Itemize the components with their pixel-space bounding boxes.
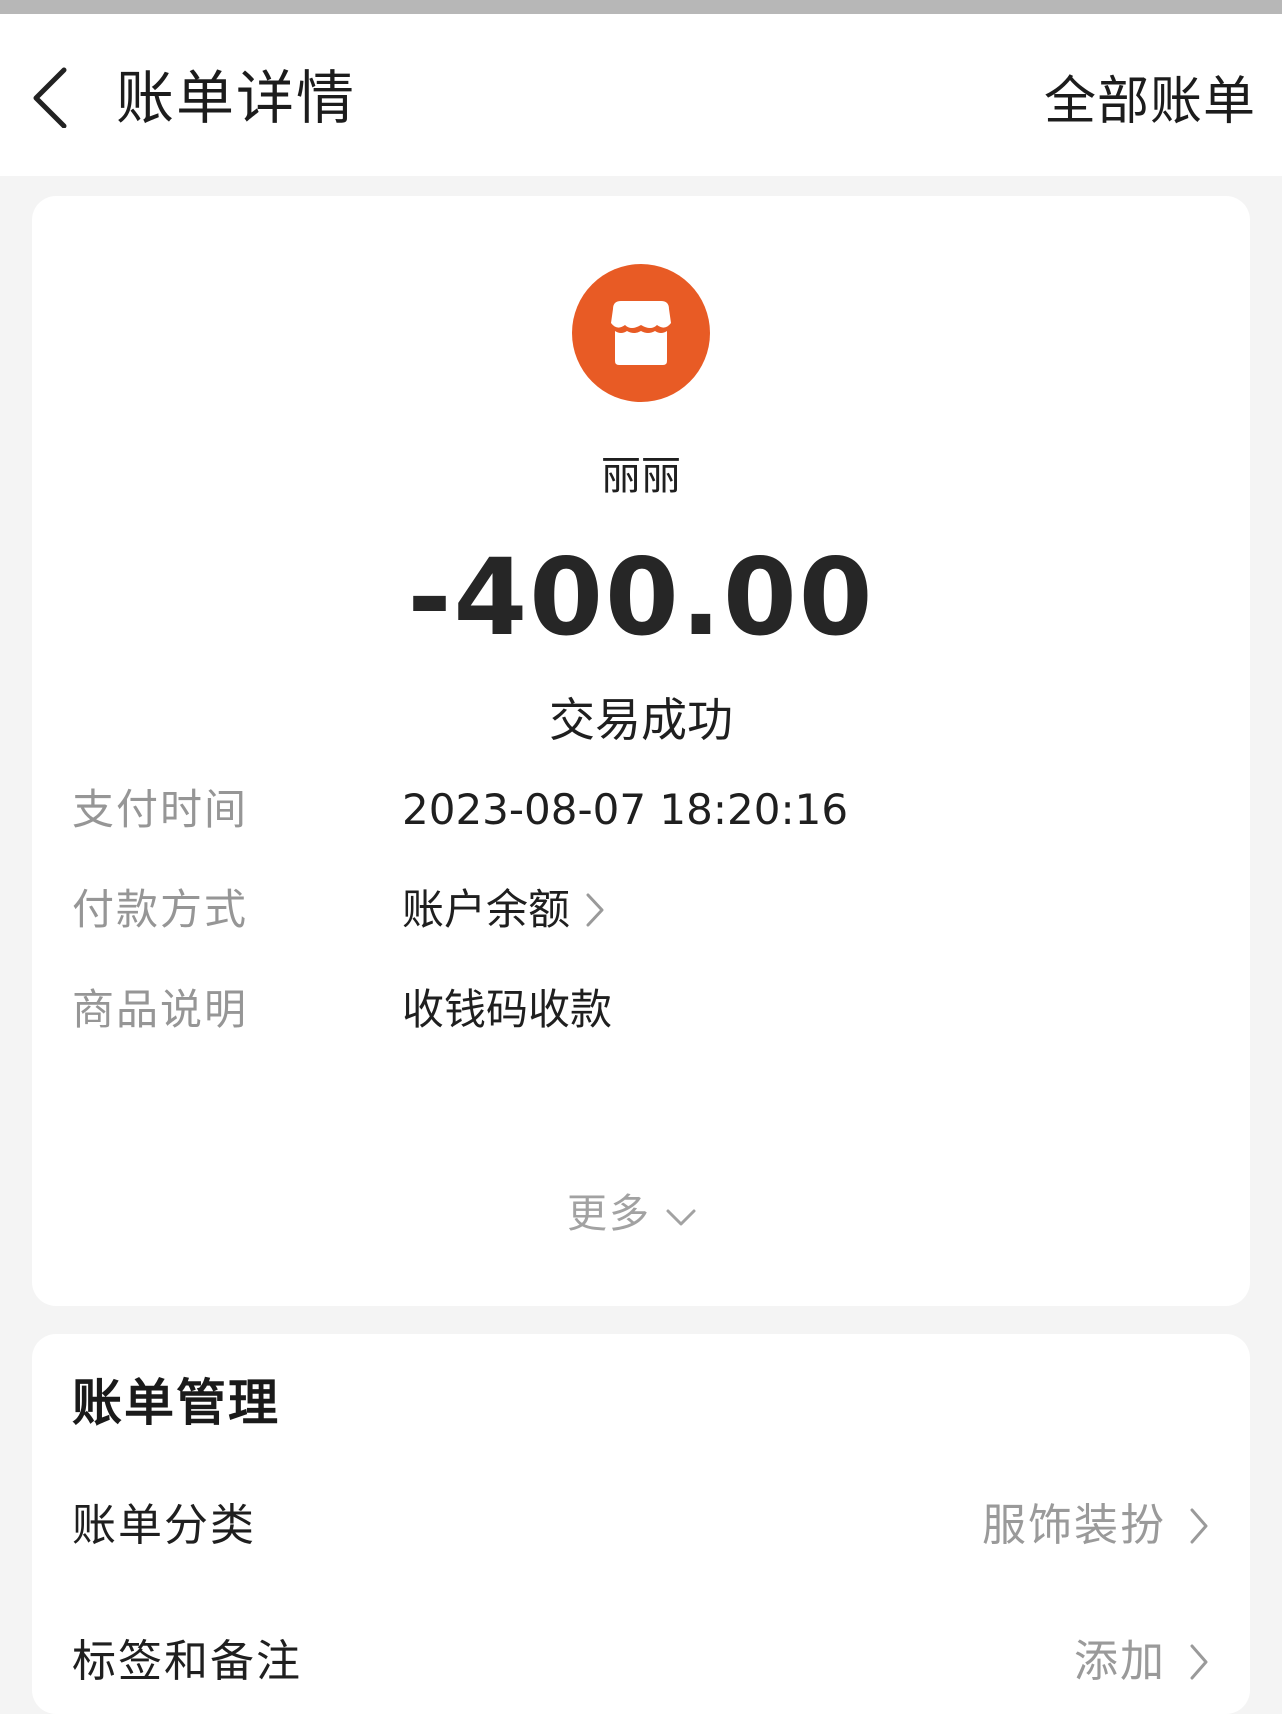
payment-method-label: 付款方式 — [72, 885, 249, 934]
tags-and-notes-value: 添加 — [1074, 1636, 1166, 1687]
more-label: 更多 — [567, 1191, 651, 1237]
chevron-right-icon — [584, 891, 606, 929]
bill-management-card: 账单管理 账单分类 服饰装扮 标签和备注 添加 — [32, 1334, 1250, 1714]
detail-row-payment-time: 支付时间 2023-08-07 18:20:16 — [72, 780, 1212, 840]
bill-management-title: 账单管理 — [72, 1374, 280, 1432]
payment-method-link[interactable]: 账户余额 — [402, 880, 606, 940]
transaction-amount: -400.00 — [407, 536, 875, 659]
status-bar — [0, 0, 1282, 14]
shop-storefront-icon — [611, 301, 671, 365]
bill-category-value: 服饰装扮 — [982, 1500, 1166, 1551]
all-bills-link[interactable]: 全部账单 — [1044, 70, 1256, 134]
more-toggle-button[interactable]: 更多 — [567, 1184, 697, 1244]
payment-time-label: 支付时间 — [72, 785, 249, 834]
page-title: 账单详情 — [116, 64, 357, 132]
chevron-right-icon — [1188, 1506, 1210, 1546]
chevron-down-icon — [665, 1208, 697, 1228]
back-button[interactable] — [28, 64, 84, 128]
detail-row-product-description: 商品说明 收钱码收款 — [72, 980, 1212, 1040]
bill-category-row[interactable]: 账单分类 服饰装扮 — [72, 1494, 1210, 1558]
tags-and-notes-row[interactable]: 标签和备注 添加 — [72, 1630, 1210, 1694]
merchant-avatar — [572, 264, 710, 402]
chevron-right-icon — [1188, 1642, 1210, 1682]
payment-method-value: 账户余额 — [402, 885, 571, 934]
detail-row-payment-method: 付款方式 账户余额 — [72, 880, 1212, 940]
bill-category-label: 账单分类 — [72, 1500, 256, 1551]
payment-time-value: 2023-08-07 18:20:16 — [402, 785, 849, 834]
tags-and-notes-label: 标签和备注 — [72, 1636, 302, 1687]
top-nav-bar: 账单详情 全部账单 — [0, 14, 1282, 176]
product-description-label: 商品说明 — [72, 985, 249, 1034]
back-arrow-icon — [33, 67, 67, 128]
transaction-status: 交易成功 — [549, 693, 733, 747]
product-description-value: 收钱码收款 — [402, 985, 613, 1034]
merchant-name: 丽丽 — [601, 453, 681, 499]
bill-detail-card: 丽丽 -400.00 交易成功 支付时间 2023-08-07 18:20:16… — [32, 196, 1250, 1306]
